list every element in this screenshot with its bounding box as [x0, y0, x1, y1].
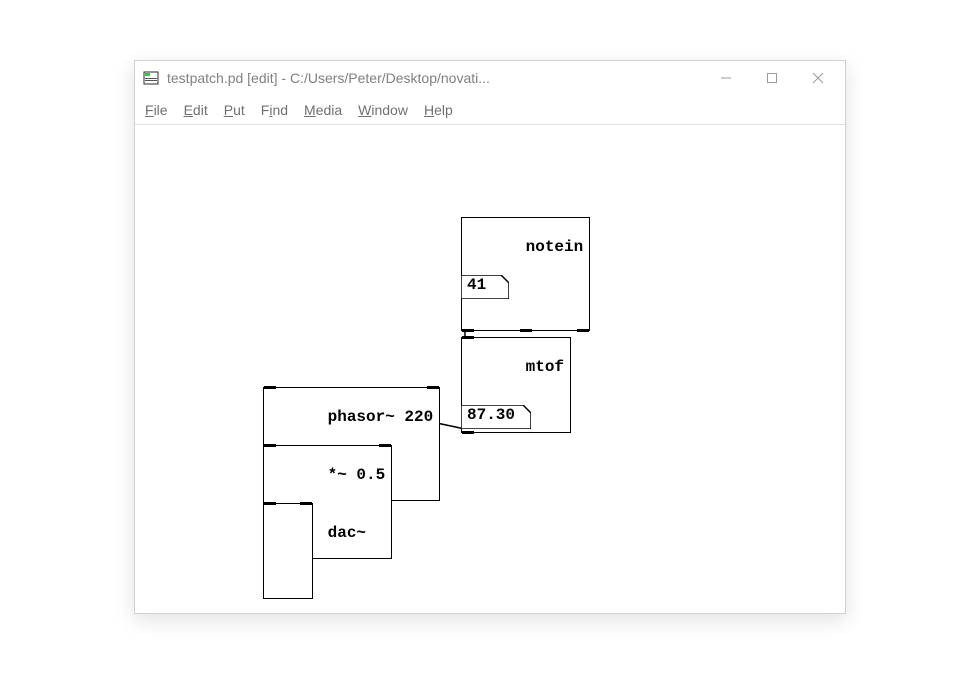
- numberbox-note[interactable]: 41: [461, 275, 509, 299]
- outlet-icon: [520, 329, 532, 332]
- menu-put[interactable]: Put: [224, 102, 245, 118]
- outlet-icon: [462, 431, 474, 434]
- inlet-icon: [264, 386, 276, 389]
- inlet-icon: [427, 386, 439, 389]
- number-value: 87.30: [467, 406, 515, 424]
- object-text: notein: [526, 238, 584, 256]
- object-dac[interactable]: dac~: [263, 503, 313, 599]
- inlet-icon: [264, 502, 276, 505]
- object-text: dac~: [328, 524, 366, 542]
- maximize-button[interactable]: [749, 61, 795, 95]
- inlet-icon: [379, 444, 391, 447]
- inlet-icon: [300, 502, 312, 505]
- outlet-icon: [577, 329, 589, 332]
- menu-media[interactable]: Media: [304, 102, 342, 118]
- object-text: mtof: [526, 358, 564, 376]
- menu-edit[interactable]: Edit: [184, 102, 208, 118]
- inlet-icon: [264, 444, 276, 447]
- object-text: phasor~ 220: [328, 408, 434, 426]
- minimize-button[interactable]: [703, 61, 749, 95]
- titlebar[interactable]: testpatch.pd [edit] - C:/Users/Peter/Des…: [135, 61, 845, 95]
- patch-canvas[interactable]: notein 41 mtof 87.30: [135, 125, 845, 613]
- outlet-icon: [462, 329, 474, 332]
- object-text: *~ 0.5: [328, 466, 386, 484]
- close-button[interactable]: [795, 61, 841, 95]
- menu-window[interactable]: Window: [358, 102, 408, 118]
- menu-file[interactable]: File: [145, 102, 168, 118]
- menu-find[interactable]: Find: [261, 102, 288, 118]
- menu-help[interactable]: Help: [424, 102, 453, 118]
- window-controls: [703, 61, 841, 94]
- menubar: File Edit Put Find Media Window Help: [135, 95, 845, 125]
- application-window: testpatch.pd [edit] - C:/Users/Peter/Des…: [134, 60, 846, 614]
- object-notein[interactable]: notein: [461, 217, 590, 331]
- inlet-icon: [462, 336, 474, 339]
- window-title: testpatch.pd [edit] - C:/Users/Peter/Des…: [167, 70, 490, 86]
- numberbox-freq[interactable]: 87.30: [461, 405, 531, 429]
- number-value: 41: [467, 276, 486, 294]
- app-icon: [143, 70, 159, 86]
